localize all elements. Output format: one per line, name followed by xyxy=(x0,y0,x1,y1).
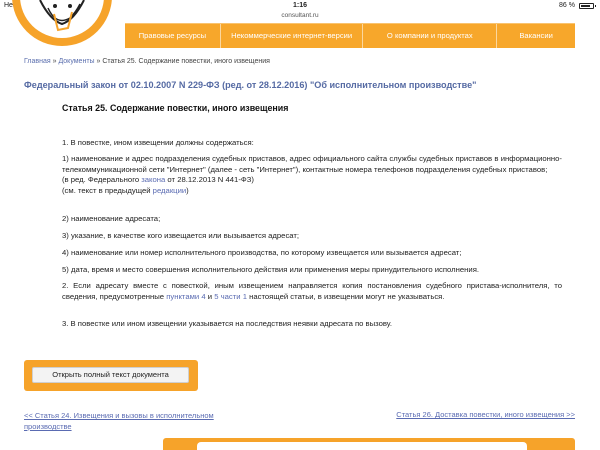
bottom-panel-inner xyxy=(197,442,527,450)
breadcrumb: Главная » Документы » Статья 25. Содержа… xyxy=(24,58,270,65)
edition-law-link[interactable]: закона xyxy=(141,175,165,184)
previous-edition-link[interactable]: редакции xyxy=(153,186,187,195)
main-menu: Правовые ресурсы Некоммерческие интернет… xyxy=(125,23,575,48)
item-2: 2) наименование адресата; xyxy=(62,214,161,223)
breadcrumb-separator: » xyxy=(96,58,101,65)
paragraph-1-text: 1. В повестке, ином извещении должны сод… xyxy=(62,138,254,147)
paragraph-1: 1. В повестке, ином извещении должны сод… xyxy=(62,138,562,149)
item-4: 4) наименование или номер исполнительног… xyxy=(62,248,462,257)
menu-item-vacancies[interactable]: Вакансии xyxy=(497,24,575,48)
edition-note: (в ред. Федерального закона от 28.12.201… xyxy=(62,175,254,184)
next-article-link[interactable]: Статья 26. Доставка повестки, иного изве… xyxy=(396,410,575,419)
paragraph-2: 2. Если адресату вместе с повесткой, ины… xyxy=(62,281,562,302)
item-5: 5) дата, время и место совершения исполн… xyxy=(62,265,479,274)
battery-fill xyxy=(581,4,591,7)
paragraph-3: 3. В повестке или ином извещении указыва… xyxy=(62,319,393,328)
menu-item-noncommercial[interactable]: Некоммерческие интернет-версии xyxy=(221,24,364,48)
breadcrumb-current: Статья 25. Содержание повестки, иного из… xyxy=(102,58,270,65)
article-title: Статья 25. Содержание повестки, иного из… xyxy=(62,103,289,113)
part-1-link[interactable]: 5 части 1 xyxy=(214,292,247,301)
site-logo[interactable] xyxy=(10,0,114,52)
item-3: 3) указание, в качестве кого извещается … xyxy=(62,231,300,240)
menu-item-company[interactable]: О компании и продуктах xyxy=(363,24,498,48)
law-title: Федеральный закон от 02.10.2007 N 229-ФЗ… xyxy=(24,80,477,90)
open-full-text-panel: Открыть полный текст документа xyxy=(24,360,198,391)
breadcrumb-separator: » xyxy=(52,58,57,65)
prev-article-link[interactable]: << Статья 24. Извещения и вызовы в испол… xyxy=(24,410,224,432)
open-full-text-button[interactable]: Открыть полный текст документа xyxy=(32,367,189,383)
breadcrumb-home[interactable]: Главная xyxy=(24,58,51,65)
see-previous-note: (см. текст в предыдущей редакции) xyxy=(62,185,189,195)
battery-percent: 86 % xyxy=(559,2,575,9)
paragraph-2-text: 2. Если адресату вместе с повесткой, ины… xyxy=(62,281,562,301)
breadcrumb-documents[interactable]: Документы xyxy=(58,58,94,65)
item-1-text: 1) наименование и адрес подразделения су… xyxy=(62,154,562,174)
item-1-block: 1) наименование и адрес подразделения су… xyxy=(62,154,562,196)
menu-item-legal-resources[interactable]: Правовые ресурсы xyxy=(125,24,221,48)
battery-icon xyxy=(579,2,596,9)
status-right: 86 % xyxy=(559,2,596,9)
points-4-link[interactable]: пунктами 4 xyxy=(166,292,205,301)
